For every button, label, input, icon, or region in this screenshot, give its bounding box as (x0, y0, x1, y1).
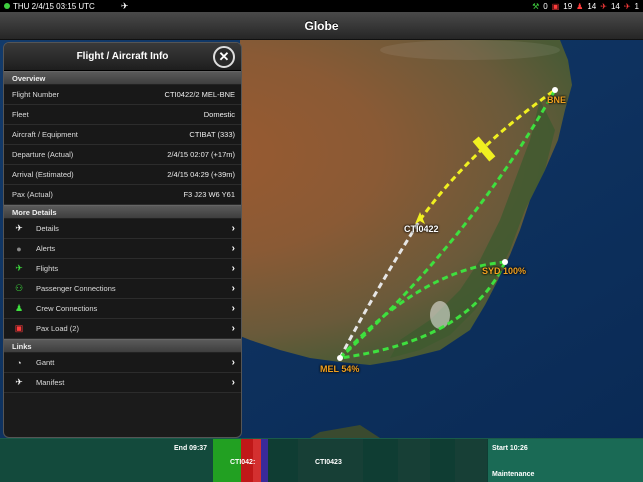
overview-row: Aircraft / Equipment CTIBAT (333) (4, 125, 241, 145)
count-pax: 19 (563, 1, 573, 11)
row-label: Pax (Actual) (12, 190, 53, 199)
item-label: Passenger Connections (36, 284, 116, 293)
airport-mel-marker[interactable] (337, 355, 343, 361)
timeline-start: Start 10:26 (492, 445, 528, 452)
row-value: CTIBAT (333) (189, 130, 235, 139)
item-label: Gantt (36, 358, 55, 367)
overview-row: Departure (Actual) 2/4/15 02:07 (+17m) (4, 145, 241, 165)
timeline-segment (455, 439, 487, 482)
status-datetime: THU 2/4/15 03:15 UTC (13, 1, 95, 11)
panel-header: Flight / Aircraft Info ✕ (4, 43, 241, 71)
aircraft-alert-icon: ✈ (600, 1, 607, 11)
flight-block-purple[interactable] (261, 439, 268, 482)
count-flights: 1 (634, 1, 639, 11)
alert-icon: ● (16, 243, 22, 254)
people-icon: ⚇ (14, 283, 24, 293)
flight-info-panel: Flight / Aircraft Info ✕ Overview Flight… (3, 42, 242, 438)
close-button[interactable]: ✕ (213, 46, 235, 68)
row-value: Domestic (203, 110, 235, 119)
row-value: CTI0422/2 MEL-BNE (164, 90, 235, 99)
crew-icon: ♟ (576, 1, 584, 11)
gantt-link[interactable]: ◔ Gantt › (4, 353, 241, 373)
label-bne[interactable]: BNE (547, 95, 566, 105)
details-item[interactable]: ✈ Details › (4, 219, 241, 239)
airplane-icon: ✈ (15, 263, 23, 273)
count-aircraft: 14 (610, 1, 620, 11)
pax-load-item[interactable]: ▣ Pax Load (2) › (4, 319, 241, 339)
section-overview: Overview (4, 71, 241, 85)
manifest-link[interactable]: ✈ Manifest › (4, 373, 241, 393)
status-counts: ⚒ 0 ▣ 19 ♟ 14 ✈ 14 ✈ 1 (532, 0, 639, 12)
crew-connections-item[interactable]: ♟ Crew Connections › (4, 299, 241, 319)
item-label: Flights (36, 264, 59, 273)
title-bar: Globe (0, 12, 643, 40)
status-bar: THU 2/4/15 03:15 UTC ✈ ⚒ 0 ▣ 19 ♟ 14 ✈ 1… (0, 0, 643, 12)
chevron-right-icon: › (231, 283, 235, 294)
chevron-right-icon: › (231, 303, 235, 314)
alerts-item[interactable]: ● Alerts › (4, 239, 241, 259)
item-label: Manifest (36, 378, 65, 387)
cloud (430, 301, 450, 329)
flights-item[interactable]: ✈ Flights › (4, 259, 241, 279)
gantt-timeline[interactable]: End 09:37 CTI042: CTI0423 Start 10:26 Ma… (0, 438, 643, 482)
section-more-details: More Details (4, 205, 241, 219)
airplane-red-icon: ✈ (623, 1, 631, 11)
connection-status-icon (4, 3, 10, 9)
section-links: Links (4, 339, 241, 353)
row-value: F3 J23 W6 Y61 (183, 190, 235, 199)
row-label: Fleet (12, 110, 29, 119)
item-label: Pax Load (2) (36, 324, 79, 333)
tools-icon: ⚒ (532, 1, 540, 11)
overview-row: Fleet Domestic (4, 105, 241, 125)
chevron-right-icon: › (231, 223, 235, 234)
chevron-right-icon: › (231, 357, 235, 368)
overview-row: Pax (Actual) F3 J23 W6 Y61 (4, 185, 241, 205)
panel-title: Flight / Aircraft Info (76, 51, 169, 62)
item-label: Details (36, 224, 59, 233)
timeline-maintenance: Maintenance (492, 471, 535, 478)
passenger-connections-item[interactable]: ⚇ Passenger Connections › (4, 279, 241, 299)
chevron-right-icon: › (231, 263, 235, 274)
pax-icon: ▣ (551, 1, 560, 11)
row-value: 2/4/15 04:29 (+39m) (167, 170, 235, 179)
airplane-icon: ✈ (15, 223, 23, 233)
label-syd[interactable]: SYD 100% (482, 266, 526, 276)
chevron-right-icon: › (231, 377, 235, 388)
count-crew: 14 (587, 1, 597, 11)
timeline-block1-label: CTI042: (230, 459, 256, 466)
cloud (380, 40, 560, 60)
airplane-icon: ✈ (15, 377, 23, 387)
airplane-icon: ✈ (120, 0, 129, 11)
row-label: Arrival (Estimated) (12, 170, 74, 179)
gauge-icon: ◔ (16, 357, 22, 368)
chevron-right-icon: › (231, 323, 235, 334)
overview-row: Flight Number CTI0422/2 MEL-BNE (4, 85, 241, 105)
overview-row: Arrival (Estimated) 2/4/15 04:29 (+39m) (4, 165, 241, 185)
item-label: Alerts (36, 244, 56, 253)
timeline-segment (398, 439, 430, 482)
label-flight[interactable]: CTI0422 (404, 224, 439, 234)
label-mel[interactable]: MEL 54% (320, 364, 359, 374)
chevron-right-icon: › (231, 243, 235, 254)
row-label: Aircraft / Equipment (12, 130, 78, 139)
timeline-block2-label: CTI0423 (315, 459, 342, 466)
page-title: Globe (304, 19, 339, 33)
airport-syd-marker[interactable] (502, 259, 508, 265)
crew-icon: ♟ (14, 303, 24, 313)
item-label: Crew Connections (36, 304, 98, 313)
airport-bne-marker[interactable] (552, 87, 558, 93)
row-value: 2/4/15 02:07 (+17m) (167, 150, 235, 159)
row-label: Departure (Actual) (12, 150, 74, 159)
count-tools: 0 (543, 1, 548, 11)
close-icon: ✕ (218, 49, 230, 64)
row-label: Flight Number (12, 90, 60, 99)
pax-load-icon: ▣ (14, 323, 24, 333)
timeline-end: End 09:37 (174, 445, 208, 452)
